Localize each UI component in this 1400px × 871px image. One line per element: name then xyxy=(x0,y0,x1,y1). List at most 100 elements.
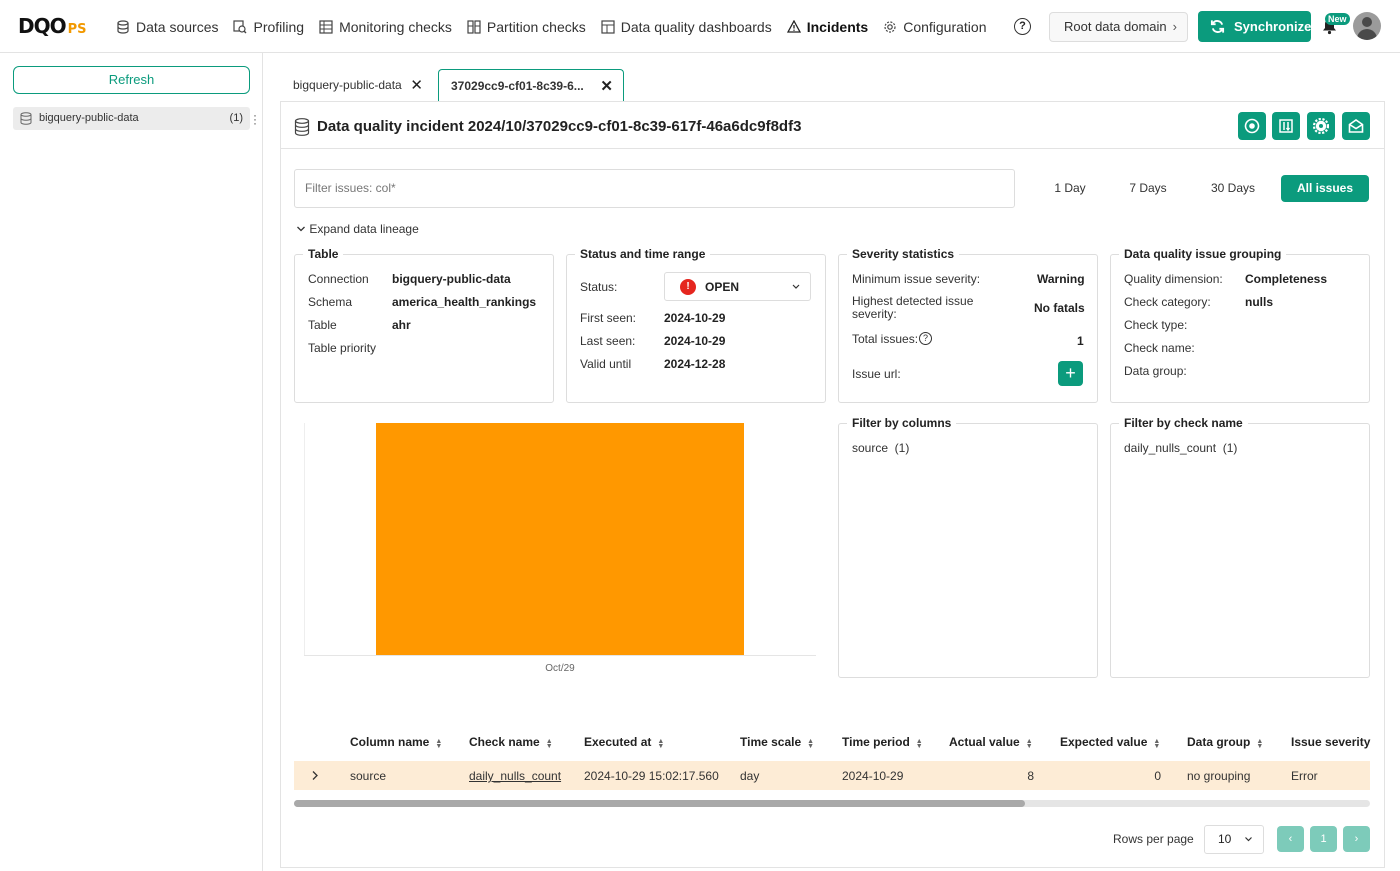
status-value: OPEN xyxy=(705,280,740,294)
cell-time-period: 2024-10-29 xyxy=(842,769,904,783)
chevron-right-icon: › xyxy=(1172,19,1177,34)
expand-lineage-label: Expand data lineage xyxy=(309,222,419,236)
sort-icon: ▲ ▼ xyxy=(915,738,923,750)
chevron-down-icon xyxy=(1245,837,1252,842)
profiling-icon xyxy=(233,19,247,33)
cell-check-name-link[interactable]: daily_nulls_count xyxy=(469,769,561,783)
nav-data-sources[interactable]: Data sources xyxy=(116,19,218,35)
logo-main-text: DQO xyxy=(18,14,67,38)
database-icon xyxy=(294,118,310,136)
sync-icon xyxy=(1210,20,1225,33)
tab-label: 37029cc9-cf01-8c39-6... xyxy=(451,79,584,93)
page-title: Data quality incident 2024/10/37029cc9-c… xyxy=(317,118,802,135)
disable-checks-button[interactable] xyxy=(1238,112,1266,140)
col-header-data-group[interactable]: Data group ▲ ▼ xyxy=(1187,735,1263,750)
schema-value: america_health_rankings xyxy=(392,295,537,309)
col-header-actual-value[interactable]: Actual value ▲ ▼ xyxy=(949,735,1033,750)
add-issue-url-button[interactable]: + xyxy=(1058,361,1083,386)
synchronize-button[interactable]: Synchronize xyxy=(1198,11,1311,42)
rows-per-page-value: 10 xyxy=(1218,832,1232,846)
chevron-down-icon xyxy=(297,226,305,232)
main-nav: Data sources Profiling Monitoring checks… xyxy=(116,0,1001,53)
top-navigation-bar: DQO PS Data sources Profiling Monitoring … xyxy=(0,0,1400,53)
box-title: Filter by columns xyxy=(852,416,952,430)
new-badge: New xyxy=(1325,13,1350,25)
range-1-day-button[interactable]: 1 Day xyxy=(1040,175,1100,202)
status-label: Status: xyxy=(580,280,618,294)
chart-y-axis xyxy=(304,423,305,655)
check-filter-item[interactable]: daily_nulls_count (1) xyxy=(1124,441,1237,455)
col-header-column-name[interactable]: Column name ▲ ▼ xyxy=(350,735,443,750)
range-all-issues-button[interactable]: All issues xyxy=(1281,175,1369,202)
connection-value: bigquery-public-data xyxy=(392,272,511,286)
more-options-icon[interactable]: · · · xyxy=(253,109,257,129)
filter-issues-input[interactable]: Filter issues: col* xyxy=(294,169,1015,208)
synchronize-label: Synchronize xyxy=(1234,19,1312,34)
col-header-time-period[interactable]: Time period ▲ ▼ xyxy=(842,735,923,750)
filter-by-check-box: Filter by check name xyxy=(1110,416,1370,678)
column-filter-item[interactable]: source (1) xyxy=(852,441,909,455)
header-label: Actual value xyxy=(949,735,1020,749)
page-1-button[interactable]: 1 xyxy=(1310,826,1337,852)
previous-page-button[interactable]: ‹ xyxy=(1277,826,1304,852)
cell-column-name: source xyxy=(350,769,387,783)
close-icon[interactable]: ✕ xyxy=(600,70,613,103)
cell-data-group: no grouping xyxy=(1187,769,1251,783)
help-icon[interactable]: ? xyxy=(919,332,933,345)
nav-incidents[interactable]: Incidents xyxy=(786,19,868,35)
col-header-executed-at[interactable]: Executed at ▲ ▼ xyxy=(584,735,664,750)
rows-per-page-label: Rows per page xyxy=(1113,832,1194,846)
data-domain-selector[interactable]: Root data domain › xyxy=(1049,12,1188,42)
status-select[interactable]: ! OPEN xyxy=(664,272,811,301)
header-label: Data group xyxy=(1187,735,1251,749)
range-30-days-button[interactable]: 30 Days xyxy=(1203,175,1263,202)
nav-monitoring-checks[interactable]: Monitoring checks xyxy=(319,19,452,35)
target-icon xyxy=(1244,118,1260,134)
gear-icon xyxy=(884,20,896,33)
recalibrate-button[interactable] xyxy=(1272,112,1300,140)
refresh-button[interactable]: Refresh xyxy=(13,66,250,94)
next-page-button[interactable]: › xyxy=(1343,826,1370,852)
nav-label: Profiling xyxy=(253,18,305,35)
sort-icon: ▲ ▼ xyxy=(435,738,443,750)
col-header-time-scale[interactable]: Time scale ▲ ▼ xyxy=(740,735,814,750)
avatar[interactable] xyxy=(1353,12,1381,40)
cell-executed-at: 2024-10-29 15:02:17.560 xyxy=(584,769,719,783)
settings-button[interactable] xyxy=(1307,112,1335,140)
quality-dimension-value: Completeness xyxy=(1245,272,1328,286)
schema-label: Schema xyxy=(308,295,353,309)
close-icon[interactable]: ✕ xyxy=(410,69,423,102)
col-header-expected-value[interactable]: Expected value ▲ ▼ xyxy=(1060,735,1160,750)
scrollbar-thumb[interactable] xyxy=(294,800,1025,807)
connection-label: Connection xyxy=(308,272,369,286)
nav-profiling[interactable]: Profiling xyxy=(233,19,304,35)
col-header-check-name[interactable]: Check name ▲ ▼ xyxy=(469,735,553,750)
nav-partition-checks[interactable]: Partition checks xyxy=(467,19,586,35)
nav-dashboards[interactable]: Data quality dashboards xyxy=(601,19,772,35)
data-sources-icon xyxy=(117,19,129,34)
chevron-right-icon[interactable] xyxy=(311,770,319,781)
database-icon xyxy=(20,112,32,125)
nav-configuration[interactable]: Configuration xyxy=(883,19,986,35)
tab-incident[interactable]: 37029cc9-cf01-8c39-6... ✕ xyxy=(438,69,624,102)
check-category-label: Check category: xyxy=(1124,295,1211,309)
help-icon[interactable]: ? xyxy=(1014,18,1031,35)
last-seen-value: 2024-10-29 xyxy=(664,334,726,348)
issue-url-label: Issue url: xyxy=(852,367,901,381)
tree-item-connection[interactable]: bigquery-public-data (1) xyxy=(13,107,250,130)
rows-per-page-select[interactable]: 10 xyxy=(1204,825,1264,854)
chart-x-axis xyxy=(304,655,816,656)
total-issues-value: 1 xyxy=(1077,334,1084,348)
col-header-issue-severity[interactable]: Issue severity xyxy=(1291,735,1370,749)
nav-label: Configuration xyxy=(903,18,987,35)
monitoring-icon xyxy=(319,19,333,34)
expand-lineage-toggle[interactable]: Expand data lineage xyxy=(296,222,419,236)
dashboard-icon xyxy=(601,19,615,34)
notification-button[interactable] xyxy=(1342,112,1370,140)
cell-actual-value: 8 xyxy=(1027,769,1034,783)
range-7-days-button[interactable]: 7 Days xyxy=(1118,175,1178,202)
chart-bar[interactable] xyxy=(376,423,744,655)
nav-label: Monitoring checks xyxy=(339,18,452,35)
dqops-logo[interactable]: DQO PS xyxy=(18,14,87,38)
tab-connection[interactable]: bigquery-public-data ✕ xyxy=(281,69,433,102)
